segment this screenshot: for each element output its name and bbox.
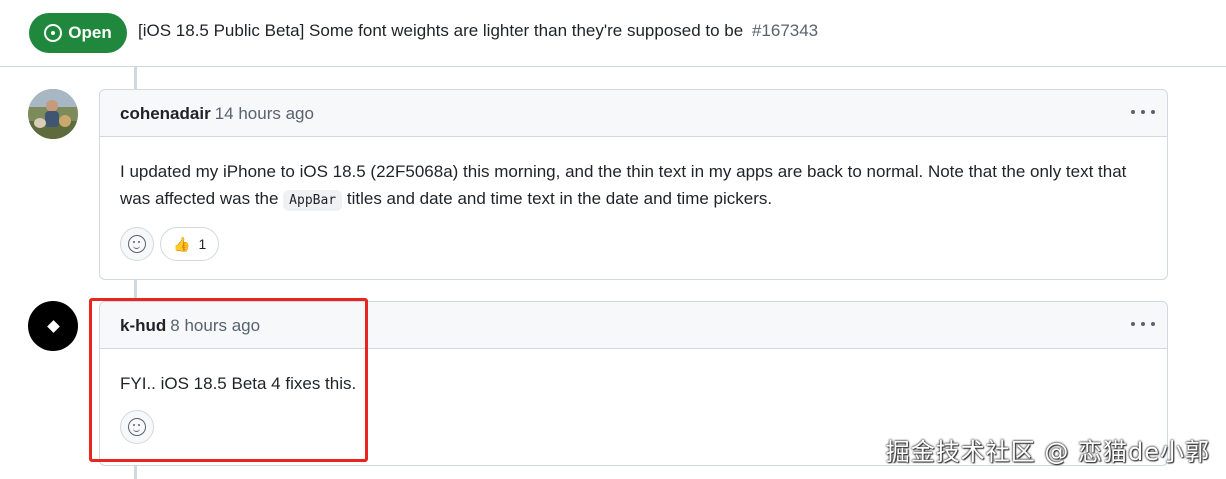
issue-state-badge: Open [29, 13, 127, 53]
comment-options-icon[interactable] [1131, 314, 1155, 334]
author-name[interactable]: cohenadair [120, 104, 211, 123]
add-reaction-button[interactable] [120, 227, 154, 261]
issue-sticky-header: Open [iOS 18.5 Public Beta] Some font we… [0, 0, 1226, 67]
comment-header: cohenadair 14 hours ago [100, 90, 1167, 137]
reactions-bar: 👍 1 [120, 227, 220, 261]
timeline-connector [134, 67, 137, 89]
timeline-connector [134, 465, 137, 479]
avatar-k-hud[interactable] [28, 301, 78, 351]
issue-title-text[interactable]: [iOS 18.5 Public Beta] Some font weights… [138, 21, 743, 40]
comment-options-icon[interactable] [1131, 102, 1155, 122]
avatar-photo [28, 89, 78, 139]
inline-code: AppBar [283, 190, 343, 211]
issue-title[interactable]: [iOS 18.5 Public Beta] Some font weights… [138, 21, 818, 41]
highlight-annotation-box [89, 298, 368, 462]
issue-opened-icon [44, 24, 63, 42]
reaction-thumbs-up[interactable]: 👍 1 [160, 227, 220, 261]
smiley-icon [128, 235, 146, 253]
comment-card: cohenadair 14 hours ago I updated my iPho… [99, 89, 1168, 280]
reaction-count: 1 [198, 236, 207, 252]
thumbs-up-icon: 👍 [173, 235, 191, 252]
issue-state-label: Open [68, 23, 112, 42]
avatar-cohenadair[interactable] [28, 89, 78, 139]
comment-text: titles and date and time text in the dat… [342, 189, 773, 208]
comment-timestamp[interactable]: 14 hours ago [215, 104, 314, 123]
watermark: 掘金技术社区 @ 恋猫de小郭 [885, 438, 1210, 466]
issue-number: #167343 [751, 21, 819, 40]
diamond-icon [46, 319, 60, 333]
comment-body: I updated my iPhone to iOS 18.5 (22F5068… [120, 158, 1137, 214]
comment-author[interactable]: cohenadair 14 hours ago [120, 104, 314, 124]
